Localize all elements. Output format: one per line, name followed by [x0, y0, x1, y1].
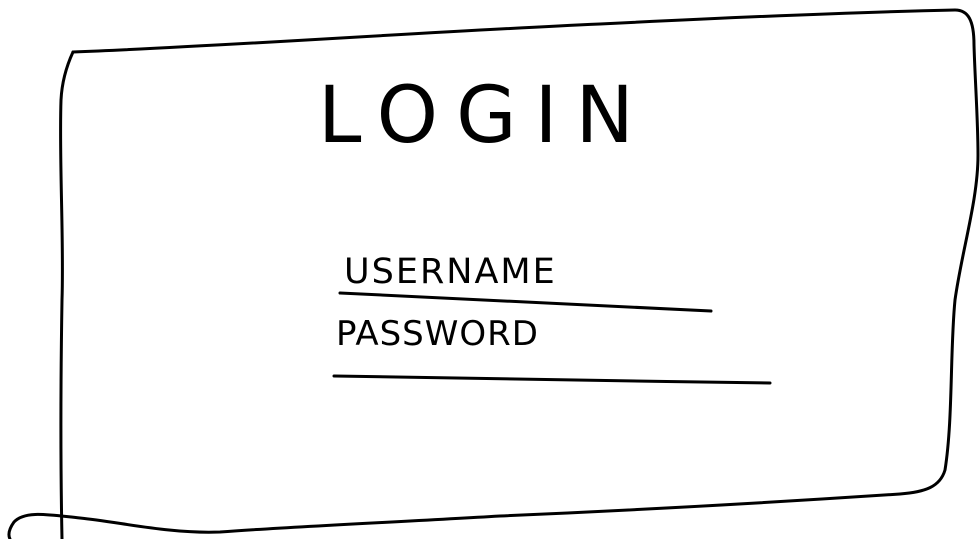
- username-label: USERNAME: [344, 252, 557, 292]
- password-label: PASSWORD: [336, 314, 539, 354]
- page-title: LOGIN: [318, 71, 652, 161]
- password-field[interactable]: PASSWORD: [326, 302, 776, 388]
- login-wireframe: LOGIN USERNAME PASSWORD: [0, 0, 980, 539]
- login-panel-left-edge: [59, 50, 75, 539]
